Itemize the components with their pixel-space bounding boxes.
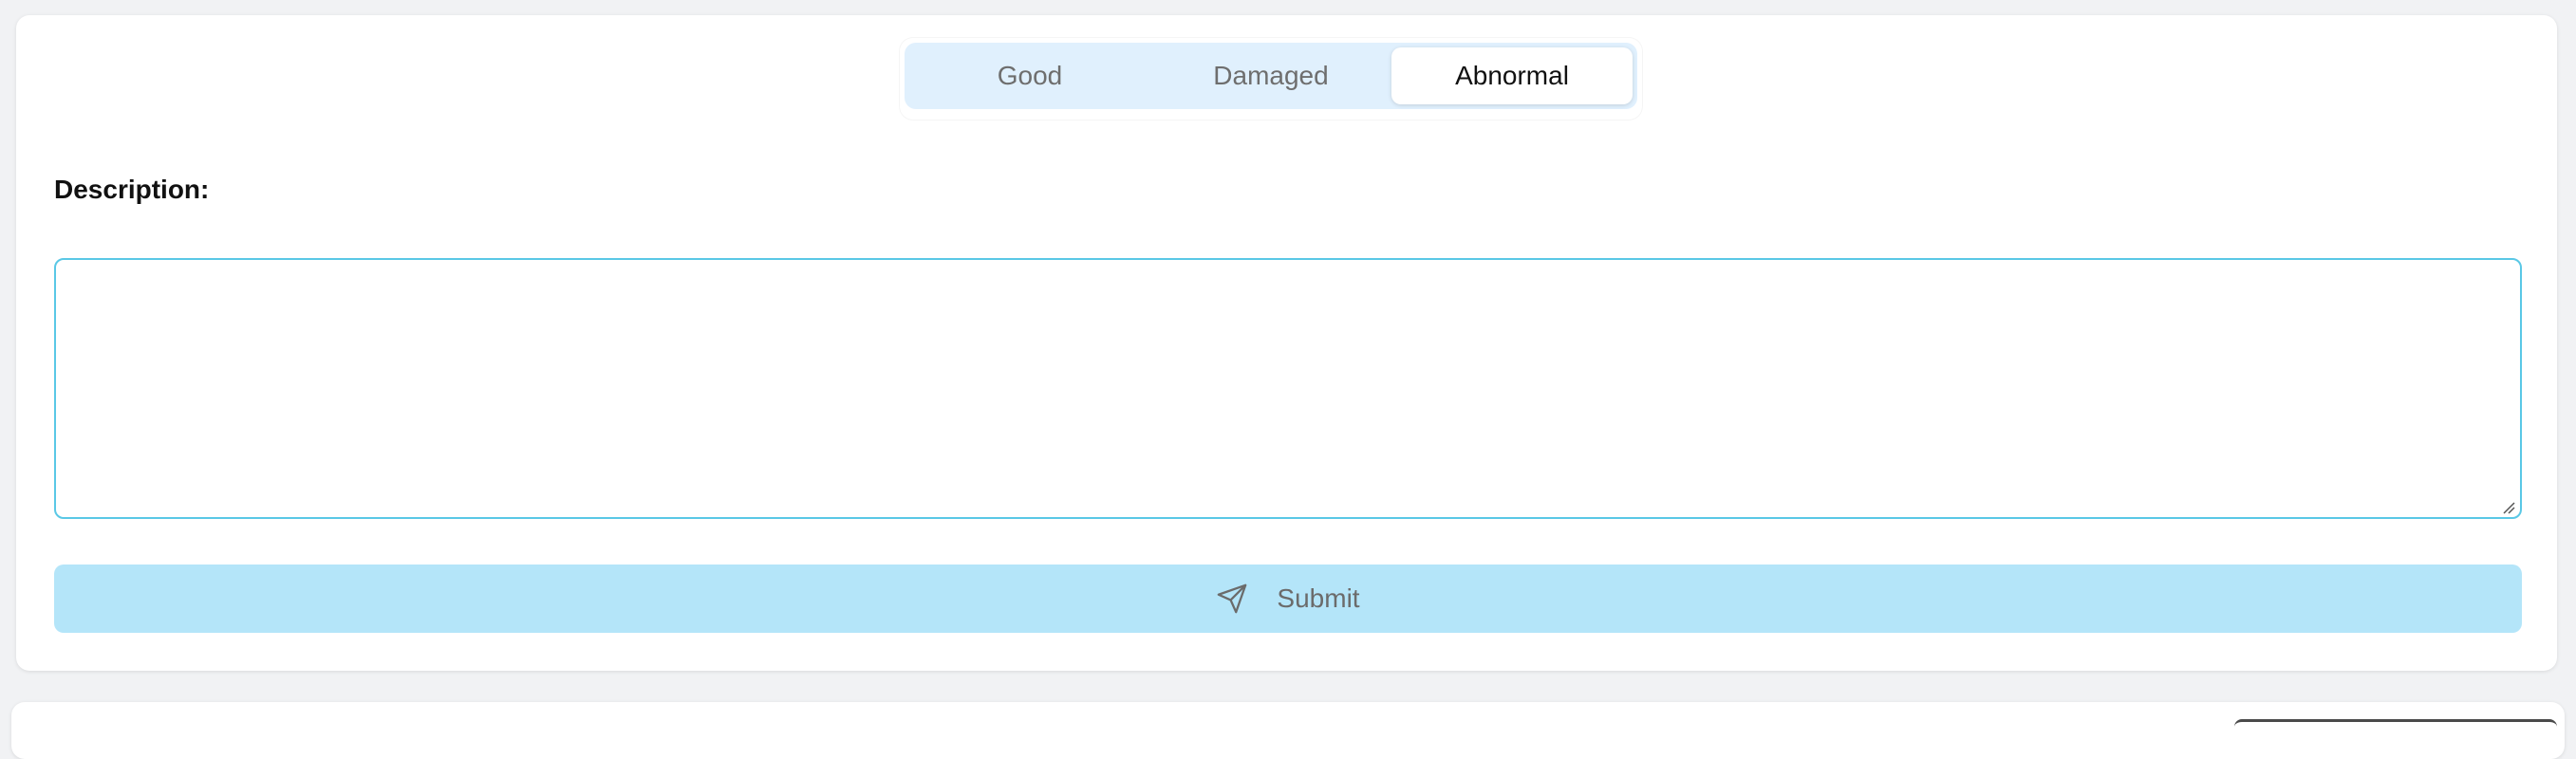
submit-button[interactable]: Submit: [54, 565, 2522, 633]
status-selector-track: Good Damaged Abnormal: [905, 43, 1637, 109]
status-option-abnormal[interactable]: Abnormal: [1391, 47, 1633, 104]
status-selector: Good Damaged Abnormal: [900, 38, 1642, 120]
description-label: Description:: [54, 175, 210, 204]
status-option-damaged[interactable]: Damaged: [1150, 47, 1391, 104]
status-option-good[interactable]: Good: [909, 47, 1150, 104]
resize-grip-icon[interactable]: [2502, 501, 2515, 514]
submit-label: Submit: [1277, 583, 1360, 613]
next-card: [11, 702, 2565, 759]
next-card-edge: [2234, 719, 2557, 727]
send-icon: [1218, 583, 1247, 614]
description-textarea[interactable]: [54, 258, 2522, 519]
